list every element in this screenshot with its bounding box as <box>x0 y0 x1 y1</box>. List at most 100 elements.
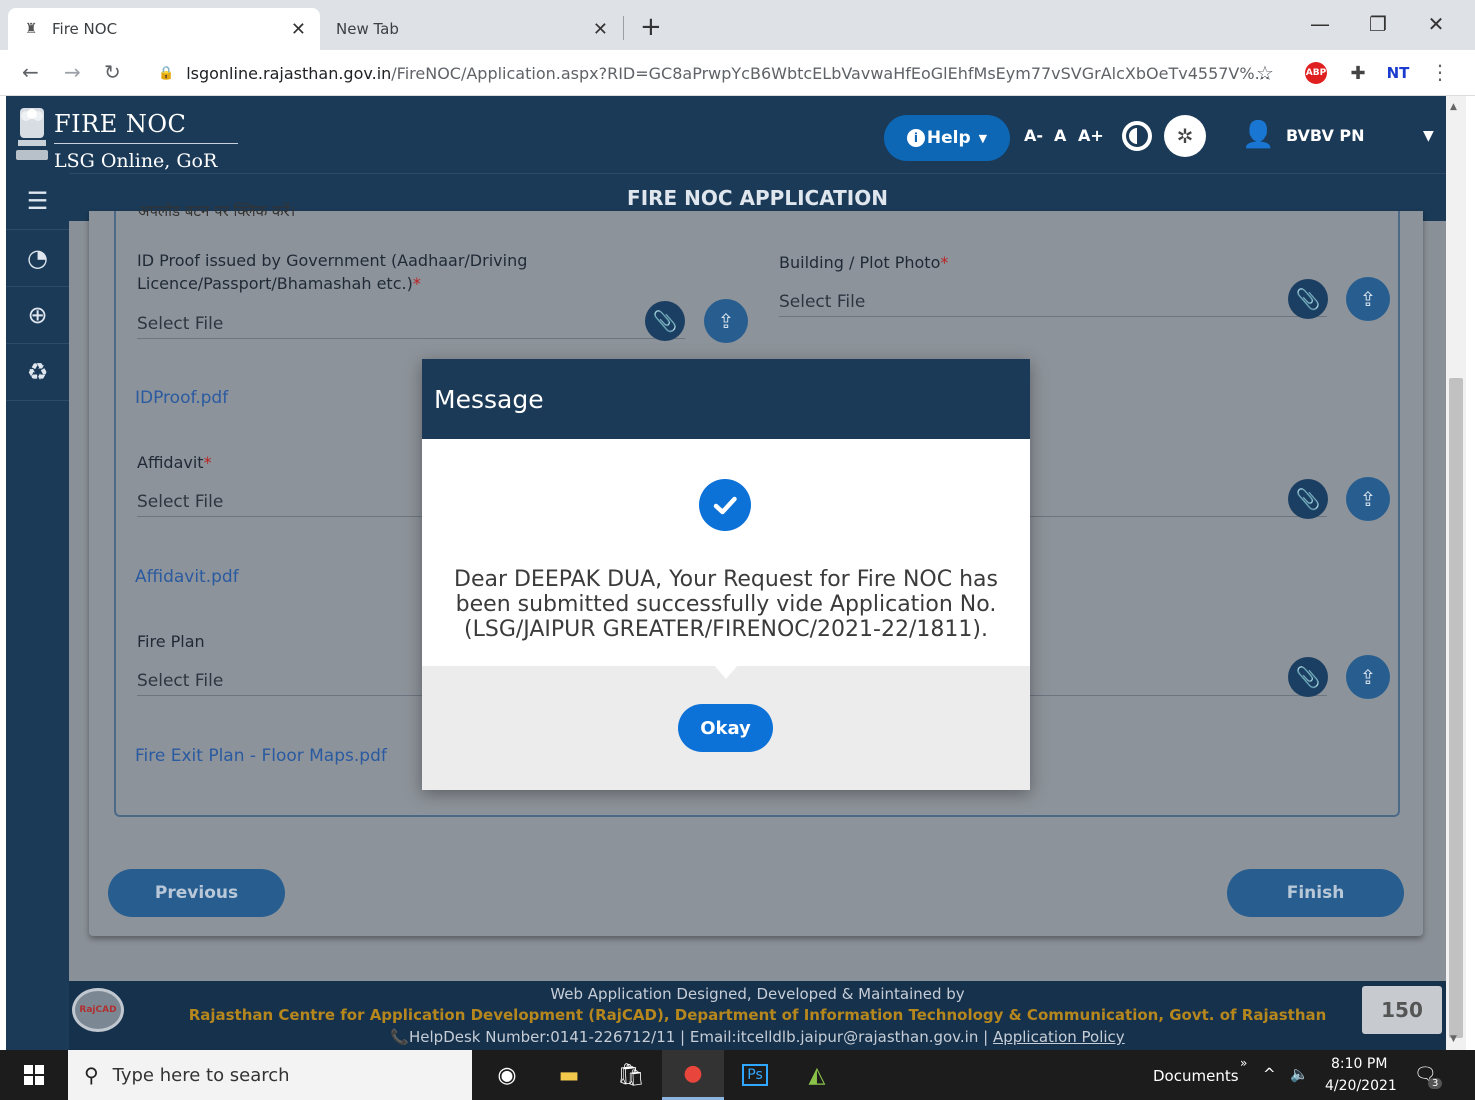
phone-icon: 📞 <box>390 1028 409 1046</box>
brand-divider <box>54 143 238 144</box>
scroll-down-arrow-icon[interactable]: ▼ <box>1450 1034 1457 1044</box>
footer-org-line: Rajasthan Centre for Application Develop… <box>188 1006 1327 1024</box>
extensions-puzzle-icon[interactable]: ✚ <box>1347 62 1369 84</box>
browser-tab-bar: ♜ Fire NOC ✕ New Tab ✕ + — ❐ ✕ <box>0 0 1475 50</box>
search-icon: ⚲ <box>84 1063 99 1087</box>
new-tab-plus-icon[interactable]: + <box>640 12 662 42</box>
okay-button[interactable]: Okay <box>678 704 773 752</box>
reload-icon[interactable]: ↻ <box>104 60 121 84</box>
id-proof-label: ID Proof issued by Government (Aadhaar/D… <box>137 251 528 293</box>
clock-date[interactable]: 4/20/2021 <box>1325 1078 1397 1094</box>
building-photo-select-file[interactable]: Select File <box>779 292 865 312</box>
affidavit-select-file[interactable]: Select File <box>137 492 223 512</box>
id-proof-file-link[interactable]: IDProof.pdf <box>135 388 228 408</box>
footer-helpdesk-line: 📞HelpDesk Number:0141-226712/11 | Email:… <box>390 1028 1125 1046</box>
app-leaf-icon[interactable]: ◭ <box>786 1050 848 1100</box>
taskbar-search[interactable]: ⚲ Type here to search <box>68 1050 472 1100</box>
affidavit-attach-clip-icon[interactable]: 📎 <box>1288 479 1328 519</box>
back-arrow-icon[interactable]: ← <box>22 60 39 84</box>
info-icon: i <box>906 129 925 147</box>
emblem-favicon-icon: ♜ <box>24 21 38 37</box>
url-path: /FireNOC/Application.aspx?RID=GC8aPrwpYc… <box>391 63 1270 83</box>
restore-icon[interactable]: ❐ <box>1358 12 1398 36</box>
brand-title: FIRE NOC <box>54 110 187 138</box>
id-proof-upload-icon[interactable]: ⇪ <box>704 299 748 343</box>
tab-title: Fire NOC <box>52 20 118 38</box>
chrome-icon[interactable]: ● <box>662 1050 724 1100</box>
id-proof-select-file[interactable]: Select File <box>137 314 223 334</box>
footer-credit-line: Web Application Designed, Developed & Ma… <box>550 985 965 1003</box>
bookmark-star-icon[interactable]: ☆ <box>1256 61 1274 85</box>
building-photo-upload-icon[interactable]: ⇪ <box>1346 277 1390 321</box>
fire-plan-upload-icon[interactable]: ⇪ <box>1346 655 1390 699</box>
nt-extension-icon[interactable]: NT <box>1387 62 1410 84</box>
menu-toggle-icon[interactable]: ☰ <box>6 173 69 230</box>
message-modal: Message Dear DEEPAK DUA, Your Request fo… <box>422 359 1030 790</box>
toolbar-expand-icon[interactable]: » <box>1240 1056 1247 1070</box>
fire-plan-file-link[interactable]: Fire Exit Plan - Floor Maps.pdf <box>135 746 387 766</box>
modal-message: Dear DEEPAK DUA, Your Request for Fire N… <box>454 567 998 642</box>
minimize-icon[interactable]: — <box>1300 12 1340 36</box>
scroll-up-arrow-icon[interactable]: ▲ <box>1450 102 1457 112</box>
dashboard-gauge-icon[interactable]: ◔ <box>6 230 69 287</box>
affidavit-label: Affidavit* <box>137 453 212 472</box>
app-header: FIRE NOC LSG Online, GoR i Help ▼ A- A A… <box>6 96 1446 173</box>
previous-button[interactable]: Previous <box>108 869 285 917</box>
150-years-logo-icon: 150 <box>1362 986 1442 1034</box>
caret-down-icon: ▼ <box>978 131 988 145</box>
success-check-icon <box>699 479 751 531</box>
affidavit-file-link[interactable]: Affidavit.pdf <box>135 567 239 587</box>
upload-instruction-text: अपलोड बटन पर क्लिक करें। <box>138 202 296 220</box>
store-icon[interactable]: 🛍 <box>600 1050 662 1100</box>
adblock-extension-icon[interactable]: ABP <box>1305 62 1327 84</box>
fire-plan-select-file[interactable]: Select File <box>137 671 223 691</box>
windows-taskbar: ⚲ Type here to search ◉ ▬ 🛍 ● Ps ◭ Docum… <box>0 1050 1475 1100</box>
id-proof-underline <box>137 338 685 339</box>
id-proof-attach-clip-icon[interactable]: 📎 <box>645 301 685 341</box>
page-scrollbar[interactable]: ▲ ▼ <box>1446 96 1466 1050</box>
forward-arrow-icon[interactable]: → <box>64 60 81 84</box>
scroll-thumb[interactable] <box>1449 378 1463 1038</box>
state-emblem-icon <box>16 108 48 160</box>
help-dropdown-button[interactable]: i Help ▼ <box>884 115 1010 161</box>
clock-time[interactable]: 8:10 PM <box>1331 1056 1387 1072</box>
footer: RajCAD Web Application Designed, Develop… <box>69 981 1446 1050</box>
address-bar[interactable]: 🔒 lsgonline.rajasthan.gov.in/FireNOC/App… <box>144 56 1294 90</box>
exit-fullscreen-icon[interactable]: ✲ <box>1164 115 1206 157</box>
close-window-icon[interactable]: ✕ <box>1416 12 1456 36</box>
tab-fire-noc[interactable]: ♜ Fire NOC ✕ <box>8 8 320 50</box>
notification-count-badge: 3 <box>1428 1078 1443 1089</box>
windows-start-icon[interactable] <box>0 1050 68 1100</box>
close-tab-icon[interactable]: ✕ <box>291 19 306 40</box>
browser-menu-icon[interactable]: ⋮ <box>1430 60 1450 84</box>
font-decrease-button[interactable]: A- <box>1024 126 1043 145</box>
file-explorer-icon[interactable]: ▬ <box>538 1050 600 1100</box>
lock-icon: 🔒 <box>158 65 175 81</box>
user-menu-caret-icon[interactable]: ▼ <box>1423 128 1434 144</box>
user-name[interactable]: BVBV PN <box>1286 126 1365 145</box>
finish-button[interactable]: Finish <box>1227 869 1404 917</box>
affidavit-upload-icon[interactable]: ⇪ <box>1346 477 1390 521</box>
search-placeholder: Type here to search <box>112 1064 290 1086</box>
volume-icon[interactable]: 🔈 <box>1290 1065 1309 1083</box>
add-circle-icon[interactable]: ⊕ <box>6 287 69 344</box>
recycle-icon[interactable]: ♻ <box>6 344 69 401</box>
sidebar: ☰ ◔ ⊕ ♻ <box>6 173 69 1050</box>
fire-plan-label: Fire Plan <box>137 632 205 651</box>
photoshop-icon[interactable]: Ps <box>724 1050 786 1100</box>
tab-separator <box>623 16 624 40</box>
fire-plan-attach-clip-icon[interactable]: 📎 <box>1288 657 1328 697</box>
documents-toolbar[interactable]: Documents <box>1153 1067 1239 1085</box>
browser-toolbar: ← → ↻ 🔒 lsgonline.rajasthan.gov.in/FireN… <box>0 50 1475 96</box>
application-policy-link[interactable]: Application Policy <box>993 1028 1125 1046</box>
tray-chevron-up-icon[interactable]: ^ <box>1263 1065 1276 1083</box>
font-normal-button[interactable]: A <box>1054 126 1066 145</box>
close-tab-icon[interactable]: ✕ <box>593 19 608 40</box>
building-photo-label: Building / Plot Photo* <box>779 253 949 272</box>
building-photo-attach-clip-icon[interactable]: 📎 <box>1288 279 1328 319</box>
contrast-toggle-icon[interactable] <box>1122 121 1152 151</box>
font-increase-button[interactable]: A+ <box>1078 126 1104 145</box>
whatsapp-icon[interactable]: ◉ <box>476 1050 538 1100</box>
tab-title: New Tab <box>336 20 399 38</box>
tab-new-tab[interactable]: New Tab ✕ <box>322 8 622 50</box>
